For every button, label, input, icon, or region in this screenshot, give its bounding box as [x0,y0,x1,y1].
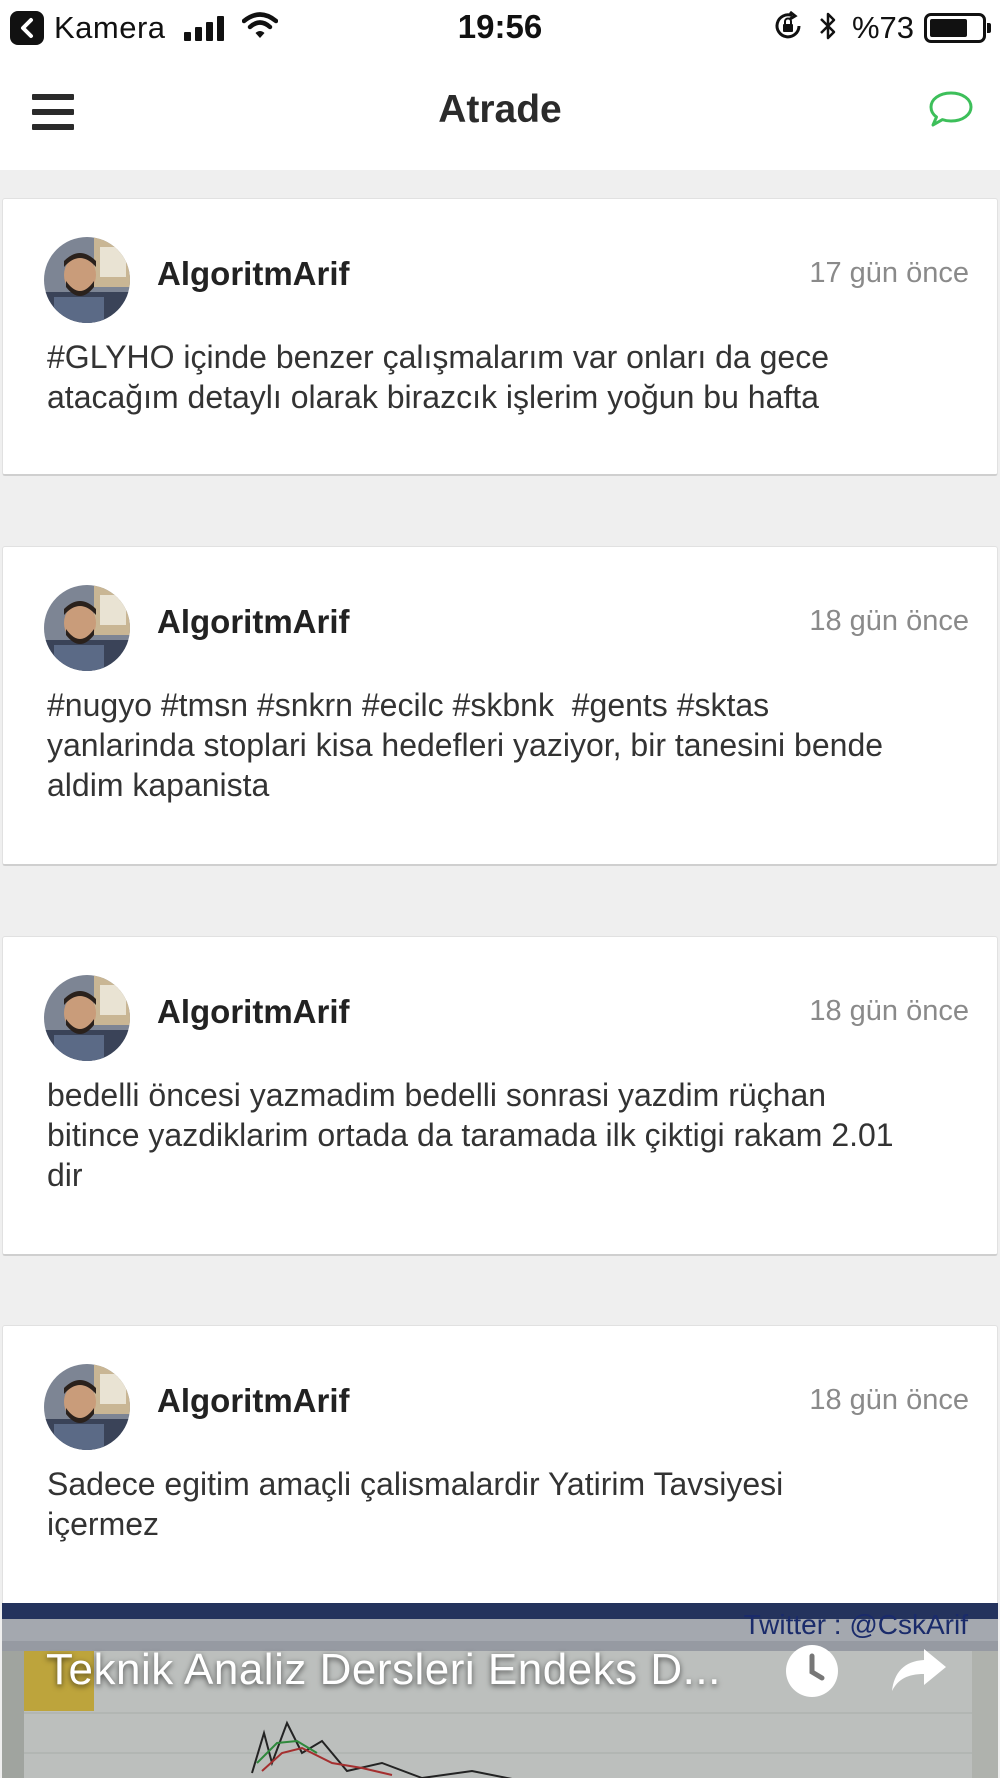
post-timestamp: 17 gün önce [809,257,969,289]
author-avatar[interactable] [44,585,130,671]
page-title: Atrade [438,88,562,131]
video-title[interactable]: Teknik Analiz Dersleri Endeks D... [46,1645,721,1695]
bluetooth-icon [818,10,838,47]
author-avatar[interactable] [44,237,130,323]
video-embed[interactable]: Twitter : @CskArif Teknik Analiz Dersler… [2,1603,998,1778]
chat-bubble-icon[interactable] [928,90,974,135]
post-body: #nugyo #tmsn #snkrn #ecilc #skbnk #gents… [47,687,884,803]
watch-later-clock-icon[interactable] [784,1643,840,1704]
battery-icon [924,13,991,43]
author-avatar[interactable] [44,1364,130,1450]
post-body: #GLYHO içinde benzer çalışmalarım var on… [47,339,829,415]
battery-percentage: %73 [851,10,914,45]
author-name[interactable]: AlgoritmArif [157,993,350,1031]
post-body: bedelli öncesi yazmadim bedelli sonrasi … [47,1077,894,1193]
author-name[interactable]: AlgoritmArif [157,603,350,641]
author-avatar[interactable] [44,975,130,1061]
post-card[interactable]: AlgoritmArif 18 gün önce bedelli öncesi … [2,936,998,1256]
post-body: Sadece egitim amaçli çalismalardir Yatir… [47,1466,784,1542]
post-card[interactable]: AlgoritmArif 17 gün önce #GLYHO içinde b… [2,198,998,476]
share-arrow-icon[interactable] [890,1647,948,1698]
status-right: %73 [772,10,991,47]
nav-bar: Atrade [0,56,1000,170]
video-overlay-text: Twitter : @CskArif [743,1609,968,1640]
status-bar: Kamera 19:56 %73 [0,0,1000,56]
post-timestamp: 18 gün önce [809,1384,969,1416]
post-timestamp: 18 gün önce [809,995,969,1027]
post-card[interactable]: AlgoritmArif 18 gün önce #nugyo #tmsn #s… [2,546,998,866]
orientation-lock-icon [772,10,804,47]
post-timestamp: 18 gün önce [809,605,969,637]
author-name[interactable]: AlgoritmArif [157,1382,350,1420]
author-name[interactable]: AlgoritmArif [157,255,350,293]
